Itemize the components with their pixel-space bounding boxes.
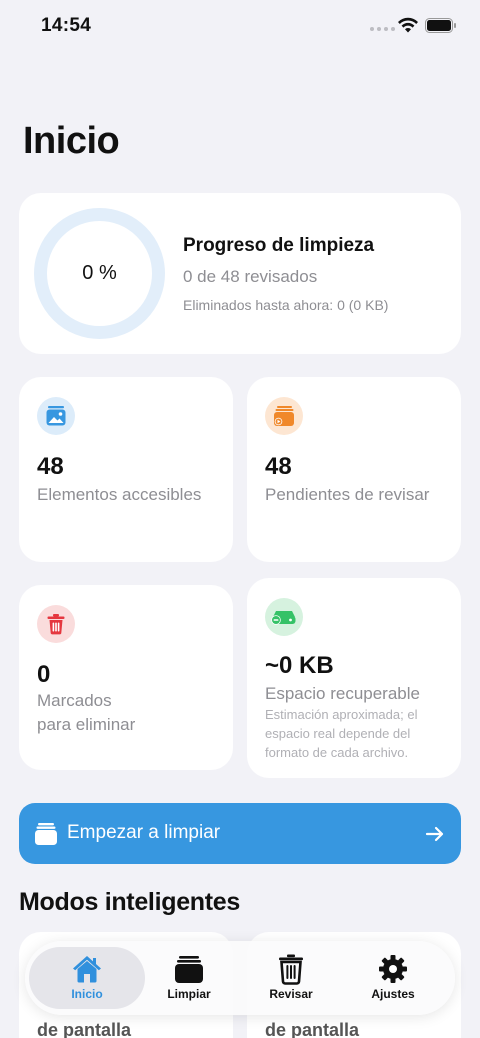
tab-ajustes[interactable]: Ajustes (335, 947, 451, 1009)
smart-modes-title: Modos inteligentes (19, 888, 241, 916)
space-label: Espacio recuperable (265, 684, 420, 703)
progress-deleted: Eliminados hasta ahora: 0 (0 KB) (183, 297, 389, 313)
status-time: 14:54 (41, 15, 92, 36)
progress-title: Progreso de limpieza (183, 235, 375, 256)
recoverable-space-card[interactable]: ~0 KB Espacio recuperable Estimación apr… (247, 578, 461, 778)
pending-review-card[interactable]: 48 Pendientes de revisar (247, 377, 461, 562)
cleaning-progress-card: 0 % Progreso de limpieza 0 de 48 revisad… (19, 193, 461, 354)
wifi-icon (398, 17, 418, 33)
marked-label-line1: Marcados (37, 691, 112, 710)
tab-label-limpiar: Limpiar (167, 987, 211, 1001)
accessible-items-card[interactable]: 48 Elementos accesibles (19, 377, 233, 562)
pending-label: Pendientes de revisar (265, 485, 430, 504)
gear-icon (379, 955, 407, 983)
tab-label-inicio: Inicio (71, 987, 103, 1001)
arrow-right-icon (425, 826, 444, 842)
tab-limpiar[interactable]: Limpiar (131, 947, 247, 1009)
tab-bar: Inicio Limpiar Revisar Ajustes (25, 941, 455, 1015)
tab-revisar[interactable]: Revisar (233, 947, 349, 1009)
start-cleaning-button[interactable]: Empezar a limpiar (19, 803, 461, 864)
stack-icon (35, 823, 57, 845)
video-stack-icon (265, 397, 303, 435)
page-title: Inicio (23, 120, 120, 162)
tab-label-ajustes: Ajustes (371, 987, 415, 1001)
battery-icon (425, 18, 456, 33)
marked-count: 0 (37, 661, 51, 688)
marked-label-line2: para eliminar (37, 715, 136, 734)
trash-icon (279, 954, 303, 985)
house-icon (73, 956, 101, 983)
photo-icon (37, 397, 75, 435)
space-value: ~0 KB (265, 652, 334, 679)
accessible-count: 48 (37, 453, 64, 480)
status-bar: 14:54 (0, 0, 480, 54)
start-cleaning-label: Empezar a limpiar (67, 822, 221, 843)
mode-label: de pantalla (265, 1020, 360, 1038)
pending-count: 48 (265, 453, 292, 480)
marked-for-deletion-card[interactable]: 0 Marcados para eliminar (19, 585, 233, 770)
storage-icon (265, 598, 303, 636)
space-note: Estimación aproximada; el espacio real d… (265, 707, 418, 760)
trash-icon (37, 605, 75, 643)
home-screen: 14:54 Inicio 0 % Progreso de limpieza 0 … (0, 0, 480, 1038)
tab-label-revisar: Revisar (269, 987, 313, 1001)
signal-dots-icon (370, 27, 395, 31)
progress-reviewed: 0 de 48 revisados (183, 267, 318, 286)
mode-label: de pantalla (37, 1020, 132, 1038)
progress-percent: 0 % (82, 262, 117, 284)
stack-icon (175, 956, 203, 983)
accessible-label: Elementos accesibles (37, 485, 202, 504)
tab-inicio[interactable]: Inicio (29, 947, 145, 1009)
